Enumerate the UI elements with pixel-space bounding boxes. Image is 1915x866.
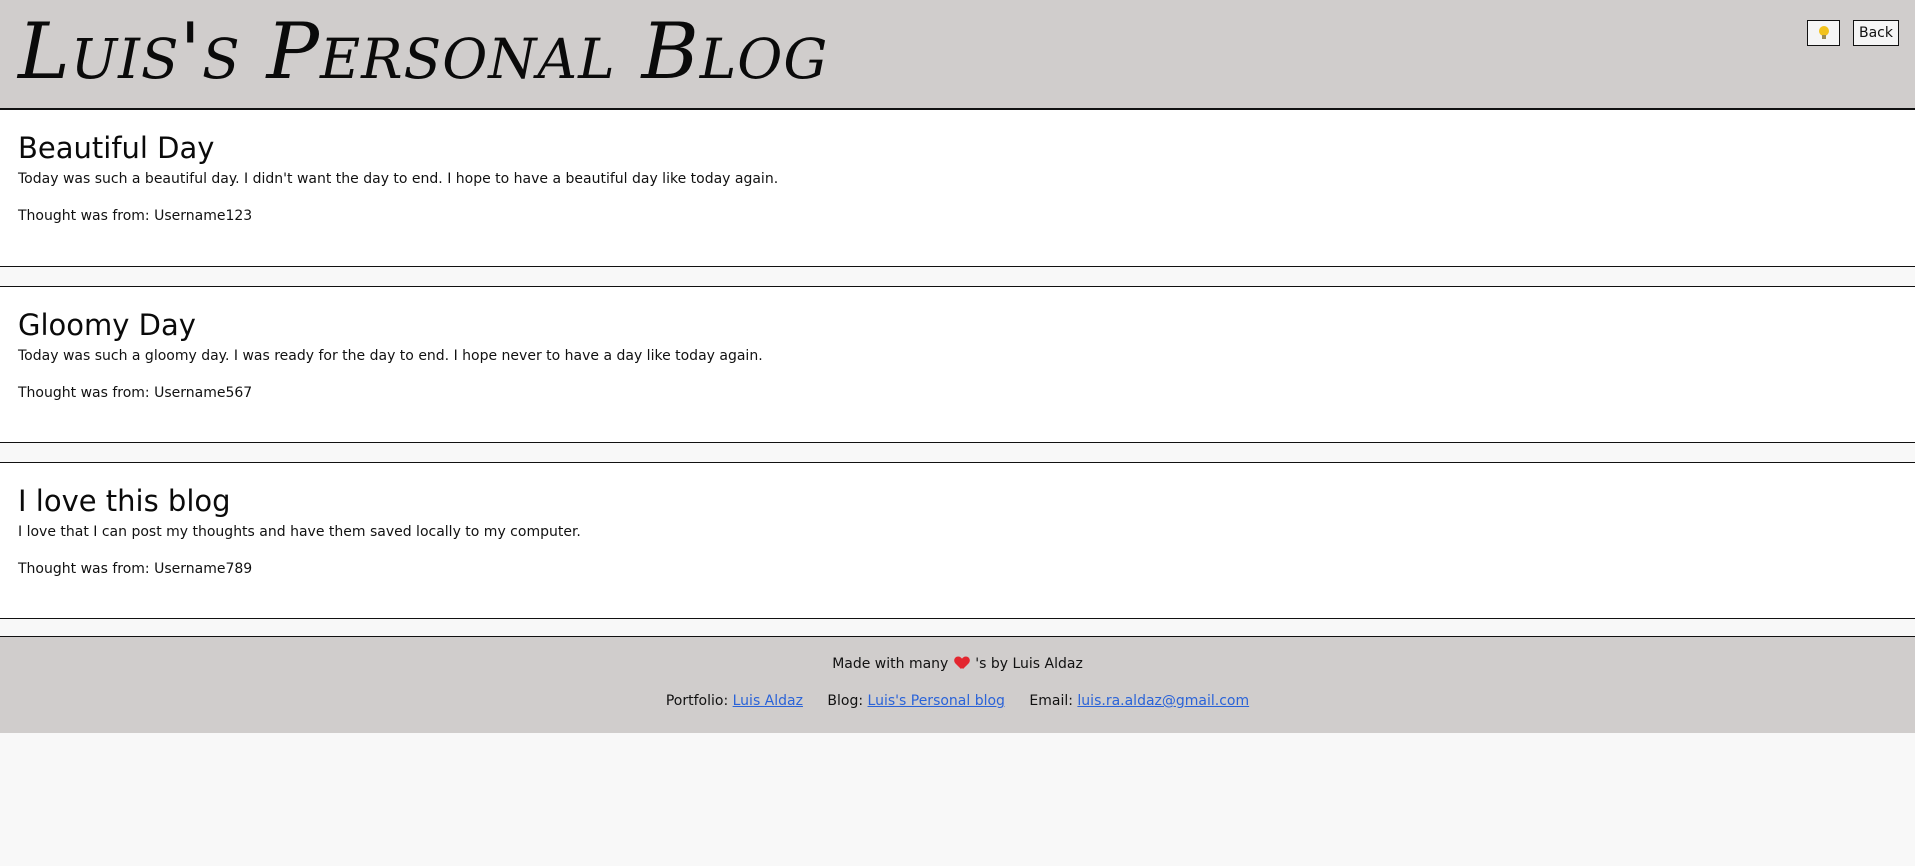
post-card: I love this blog I love that I can post … (0, 462, 1915, 619)
footer-links: Portfolio: Luis Aldaz Blog: Luis's Perso… (0, 691, 1915, 711)
post-body: I love that I can post my thoughts and h… (18, 524, 581, 540)
made-with-suffix: 's by Luis Aldaz (975, 656, 1083, 672)
blog-item: Blog: Luis's Personal blog (827, 691, 1005, 711)
made-with-line: Made with many 's by Luis Aldaz (0, 654, 1915, 674)
post-title: I love this blog (18, 484, 231, 518)
site-footer: Made with many 's by Luis Aldaz Portfoli… (0, 636, 1915, 733)
theme-toggle-button[interactable] (1807, 20, 1840, 46)
site-title: Luis's Personal Blog (18, 7, 829, 97)
post-author: Thought was from: Username123 (18, 208, 253, 224)
portfolio-label: Portfolio: (665, 693, 729, 709)
post-title: Beautiful Day (18, 131, 215, 165)
email-link[interactable]: luis.ra.aldaz@gmail.com (1077, 693, 1249, 709)
heart-icon (955, 657, 969, 669)
post-author: Thought was from: Username567 (18, 385, 253, 401)
post-author: Thought was from: Username789 (18, 561, 253, 577)
posts-list: Beautiful Day Today was such a beautiful… (0, 110, 1915, 619)
back-button[interactable]: Back (1853, 20, 1899, 46)
lightbulb-icon (1818, 26, 1830, 40)
blog-label: Blog: (827, 693, 864, 709)
made-with-prefix: Made with many (832, 656, 949, 672)
post-body: Today was such a beautiful day. I didn't… (18, 171, 779, 187)
post-card: Gloomy Day Today was such a gloomy day. … (0, 286, 1915, 443)
post-card: Beautiful Day Today was such a beautiful… (0, 110, 1915, 267)
portfolio-item: Portfolio: Luis Aldaz (666, 691, 803, 711)
header-controls: Back (1807, 20, 1899, 46)
portfolio-link[interactable]: Luis Aldaz (733, 693, 803, 709)
post-body: Today was such a gloomy day. I was ready… (18, 348, 763, 364)
blog-link[interactable]: Luis's Personal blog (868, 693, 1005, 709)
email-item: Email: luis.ra.aldaz@gmail.com (1029, 691, 1249, 711)
site-header: Luis's Personal Blog Back (0, 0, 1915, 110)
email-label: Email: (1029, 693, 1073, 709)
post-title: Gloomy Day (18, 308, 196, 342)
